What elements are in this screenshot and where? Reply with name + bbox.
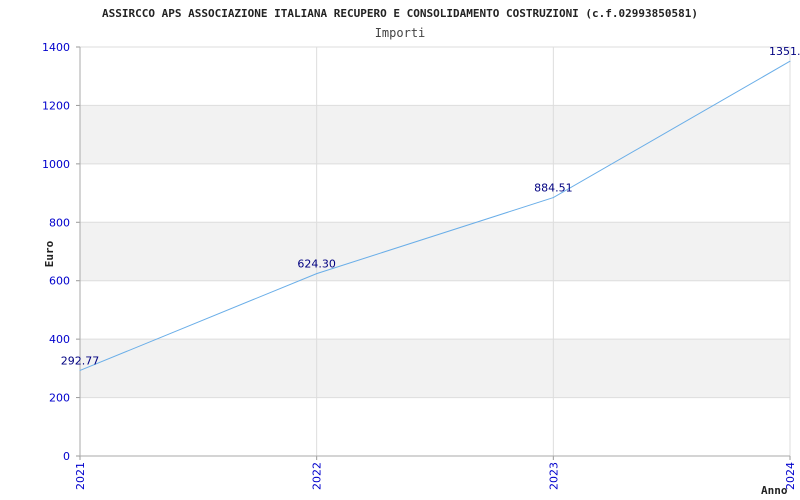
data-label: 624.30 <box>297 258 336 271</box>
grid-band <box>80 222 790 281</box>
line-chart: 0200400600800100012001400 2021 2022 2023 20… <box>42 7 800 497</box>
x-tick-label: 2022 <box>311 462 324 490</box>
y-tick-label: 1200 <box>42 99 70 112</box>
chart-title: ASSIRCCO APS ASSOCIAZIONE ITALIANA RECUP… <box>102 7 698 20</box>
data-labels: 292.77 624.30 884.51 1351.3 <box>61 45 800 367</box>
data-point <box>79 369 81 371</box>
y-tick-label: 0 <box>63 450 70 463</box>
y-tick-label: 600 <box>49 275 70 288</box>
y-axis-title: Euro <box>43 240 56 267</box>
y-tick-label: 400 <box>49 333 70 346</box>
data-label: 292.77 <box>61 354 100 367</box>
grid-band <box>80 105 790 164</box>
data-label: 1351.3 <box>769 45 800 58</box>
y-tick-label: 800 <box>49 216 70 229</box>
data-point <box>316 273 318 275</box>
y-tick-label: 1000 <box>42 158 70 171</box>
data-point <box>552 197 554 199</box>
x-axis-title: Anno <box>761 484 788 497</box>
grid-band <box>80 339 790 398</box>
background-bands <box>80 105 790 398</box>
y-tick-label: 1400 <box>42 41 70 54</box>
data-label: 884.51 <box>534 182 573 195</box>
chart-subtitle: Importi <box>375 26 426 40</box>
data-point <box>789 60 791 62</box>
x-tick-label: 2023 <box>547 462 560 490</box>
x-tick-labels: 2021 2022 2023 2024 <box>74 462 797 490</box>
y-tick-label: 200 <box>49 392 70 405</box>
x-tick-label: 2021 <box>74 462 87 490</box>
